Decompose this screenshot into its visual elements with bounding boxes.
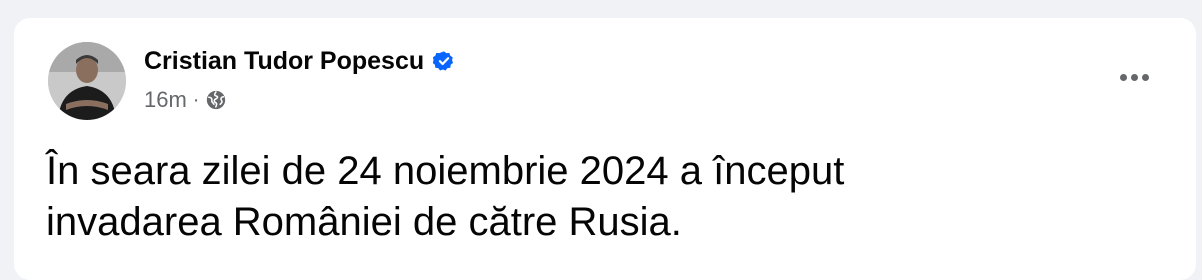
post-text-line: invadarea României de către Rusia. <box>46 200 682 244</box>
post-text: În seara zilei de 24 noiembrie 2024 a în… <box>46 146 1026 248</box>
post-meta: 16m · <box>144 86 227 114</box>
profile-photo <box>48 42 126 120</box>
globe-icon[interactable] <box>205 89 227 111</box>
author-name[interactable]: Cristian Tudor Popescu <box>144 46 424 76</box>
post-timestamp[interactable]: 16m <box>144 86 187 114</box>
verified-badge-icon <box>433 51 454 71</box>
post-text-line: În seara zilei de 24 noiembrie 2024 a în… <box>46 149 845 193</box>
post-card: Cristian Tudor Popescu 16m · În seara zi… <box>14 18 1196 280</box>
meta-separator: · <box>192 89 200 111</box>
author-header: Cristian Tudor Popescu <box>144 46 455 76</box>
author-avatar[interactable] <box>48 42 126 120</box>
more-options-icon <box>1119 73 1127 81</box>
more-options-button[interactable] <box>1114 62 1154 92</box>
